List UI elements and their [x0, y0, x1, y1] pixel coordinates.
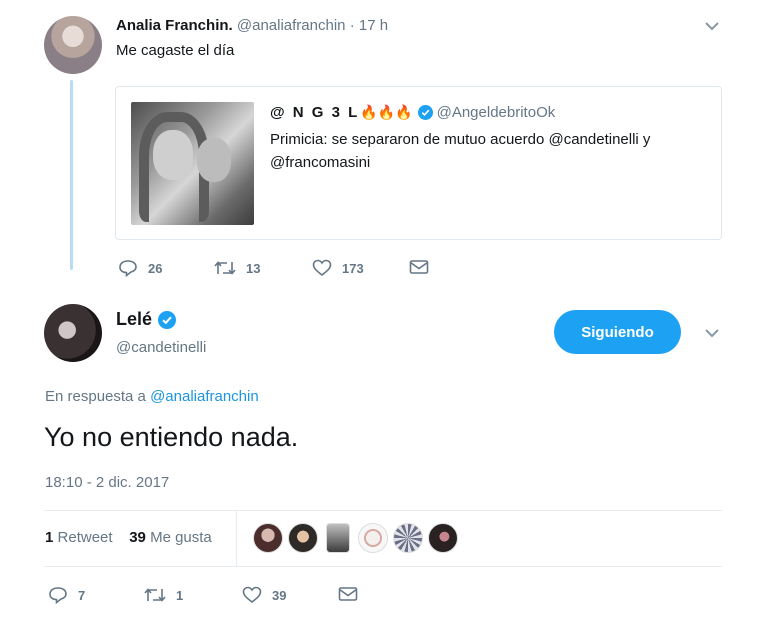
quoted-tweet-header: @ N G 3 L 🔥🔥🔥 @AngeldebritoOk	[270, 104, 555, 121]
tweet2-author-name-row: Lelé	[116, 309, 177, 330]
like-action[interactable]: 173	[312, 259, 364, 277]
quoted-tweet-text: Primicia: se separaron de mutuo acuerdo …	[270, 131, 651, 171]
reply-count: 7	[78, 587, 86, 603]
retweet-action[interactable]: 1	[144, 586, 183, 604]
liker-avatar[interactable]	[288, 523, 318, 553]
chevron-down-icon[interactable]	[704, 327, 720, 339]
quoted-author-name[interactable]: @ N G 3 L	[270, 104, 359, 121]
thread-connector-line	[70, 80, 73, 270]
dm-action[interactable]	[409, 259, 439, 275]
liker-avatar[interactable]	[358, 523, 388, 553]
quoted-tweet-image[interactable]	[131, 102, 254, 225]
verified-badge-icon	[158, 310, 177, 329]
envelope-icon	[409, 260, 429, 274]
envelope-icon	[338, 587, 358, 601]
retweets-stat[interactable]: 1 Retweet	[45, 529, 113, 546]
engagement-stats: 1 Retweet 39 Me gusta	[45, 529, 212, 546]
tweet1-header: Analia Franchin. @analiafranchin · 17 h	[116, 17, 388, 34]
liker-avatar[interactable]	[326, 523, 350, 553]
divider	[44, 510, 722, 511]
like-count: 39	[272, 587, 287, 603]
tweet1-author-handle[interactable]: @analiafranchin	[237, 17, 346, 34]
reply-action[interactable]: 7	[48, 586, 85, 604]
analia-avatar[interactable]	[44, 16, 102, 74]
heart-icon	[242, 586, 262, 604]
quoted-author-handle[interactable]: @AngeldebritoOk	[437, 104, 556, 121]
tweet1-time[interactable]: · 17 h	[350, 17, 388, 34]
retweet-icon	[214, 261, 236, 275]
reply-context: En respuesta a @analiafranchin	[45, 388, 259, 405]
divider	[44, 566, 722, 567]
tweet2-author-name[interactable]: Lelé	[116, 309, 152, 330]
reply-count: 26	[148, 260, 163, 276]
reply-action[interactable]: 26	[118, 259, 162, 277]
reply-icon	[49, 587, 67, 604]
tweet1-author-name[interactable]: Analia Franchin.	[116, 17, 233, 34]
verified-badge-icon	[417, 105, 433, 120]
reply-handle-link[interactable]: @analiafranchin	[150, 388, 259, 405]
liker-avatar[interactable]	[253, 523, 283, 553]
fire-emoji: 🔥🔥🔥	[360, 104, 413, 120]
retweet-count: 1	[176, 587, 184, 603]
tweet2-text: Yo no entiendo nada.	[44, 422, 299, 452]
stats-separator	[236, 510, 237, 566]
retweet-action[interactable]: 13	[214, 259, 260, 277]
liker-avatar[interactable]	[428, 523, 458, 553]
following-button[interactable]: Siguiendo	[554, 310, 681, 354]
retweet-count: 13	[246, 260, 261, 276]
tweet1-text: Me cagaste el día	[116, 42, 235, 59]
heart-icon	[312, 259, 332, 277]
likes-stat[interactable]: 39 Me gusta	[129, 529, 212, 546]
tweet2-timestamp[interactable]: 18:10 - 2 dic. 2017	[45, 474, 169, 491]
liker-avatar[interactable]	[393, 523, 423, 553]
tweet2-author-handle[interactable]: @candetinelli	[116, 339, 206, 356]
lele-avatar[interactable]	[44, 304, 102, 362]
reply-icon	[119, 260, 137, 277]
chevron-down-icon[interactable]	[704, 20, 720, 32]
like-action[interactable]: 39	[242, 586, 286, 604]
retweet-icon	[144, 588, 166, 602]
reply-prefix: En respuesta a	[45, 388, 146, 405]
like-count: 173	[342, 260, 364, 276]
dm-action[interactable]	[338, 586, 368, 602]
